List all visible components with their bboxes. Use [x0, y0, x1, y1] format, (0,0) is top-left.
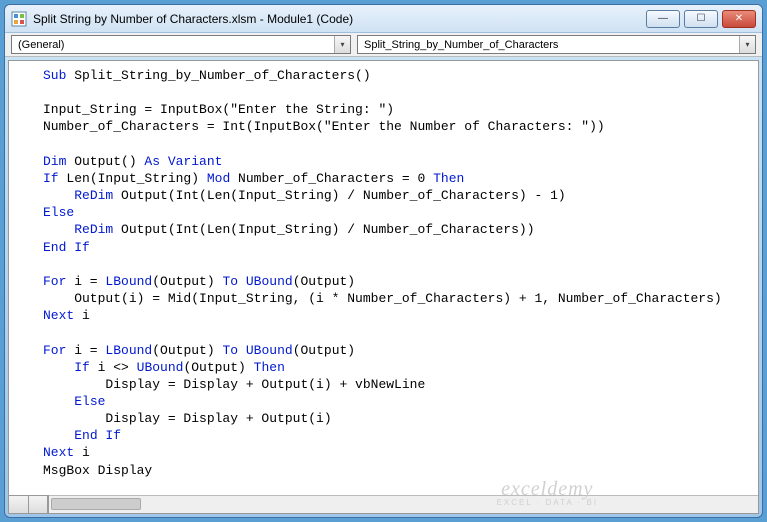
maximize-button[interactable]: ☐ — [684, 10, 718, 28]
chevron-down-icon: ▾ — [739, 36, 755, 53]
procedure-combo-value: Split_String_by_Number_of_Characters — [358, 39, 576, 51]
window-controls: — ☐ ✕ — [646, 10, 756, 28]
vba-module-icon — [11, 11, 27, 27]
object-combo-value: (General) — [12, 39, 82, 51]
procedure-combo[interactable]: Split_String_by_Number_of_Characters ▾ — [357, 35, 756, 54]
code-editor[interactable]: Sub Split_String_by_Number_of_Characters… — [8, 60, 759, 514]
horizontal-scrollbar-thumb[interactable] — [51, 498, 141, 510]
object-procedure-toolbar: (General) ▾ Split_String_by_Number_of_Ch… — [5, 33, 762, 57]
horizontal-scrollbar[interactable] — [49, 495, 758, 513]
close-button[interactable]: ✕ — [722, 10, 756, 28]
procedure-view-button[interactable] — [9, 496, 29, 513]
close-icon: ✕ — [735, 13, 743, 24]
title-bar[interactable]: Split String by Number of Characters.xls… — [5, 5, 762, 33]
code-window: Split String by Number of Characters.xls… — [4, 4, 763, 518]
object-combo[interactable]: (General) ▾ — [11, 35, 351, 54]
view-mode-buttons — [9, 495, 49, 513]
code-content[interactable]: Sub Split_String_by_Number_of_Characters… — [9, 61, 758, 514]
full-module-view-button[interactable] — [29, 496, 49, 513]
minimize-button[interactable]: — — [646, 10, 680, 28]
minimize-icon: — — [658, 13, 668, 24]
maximize-icon: ☐ — [697, 13, 706, 24]
chevron-down-icon: ▾ — [334, 36, 350, 53]
window-title: Split String by Number of Characters.xls… — [33, 12, 646, 26]
